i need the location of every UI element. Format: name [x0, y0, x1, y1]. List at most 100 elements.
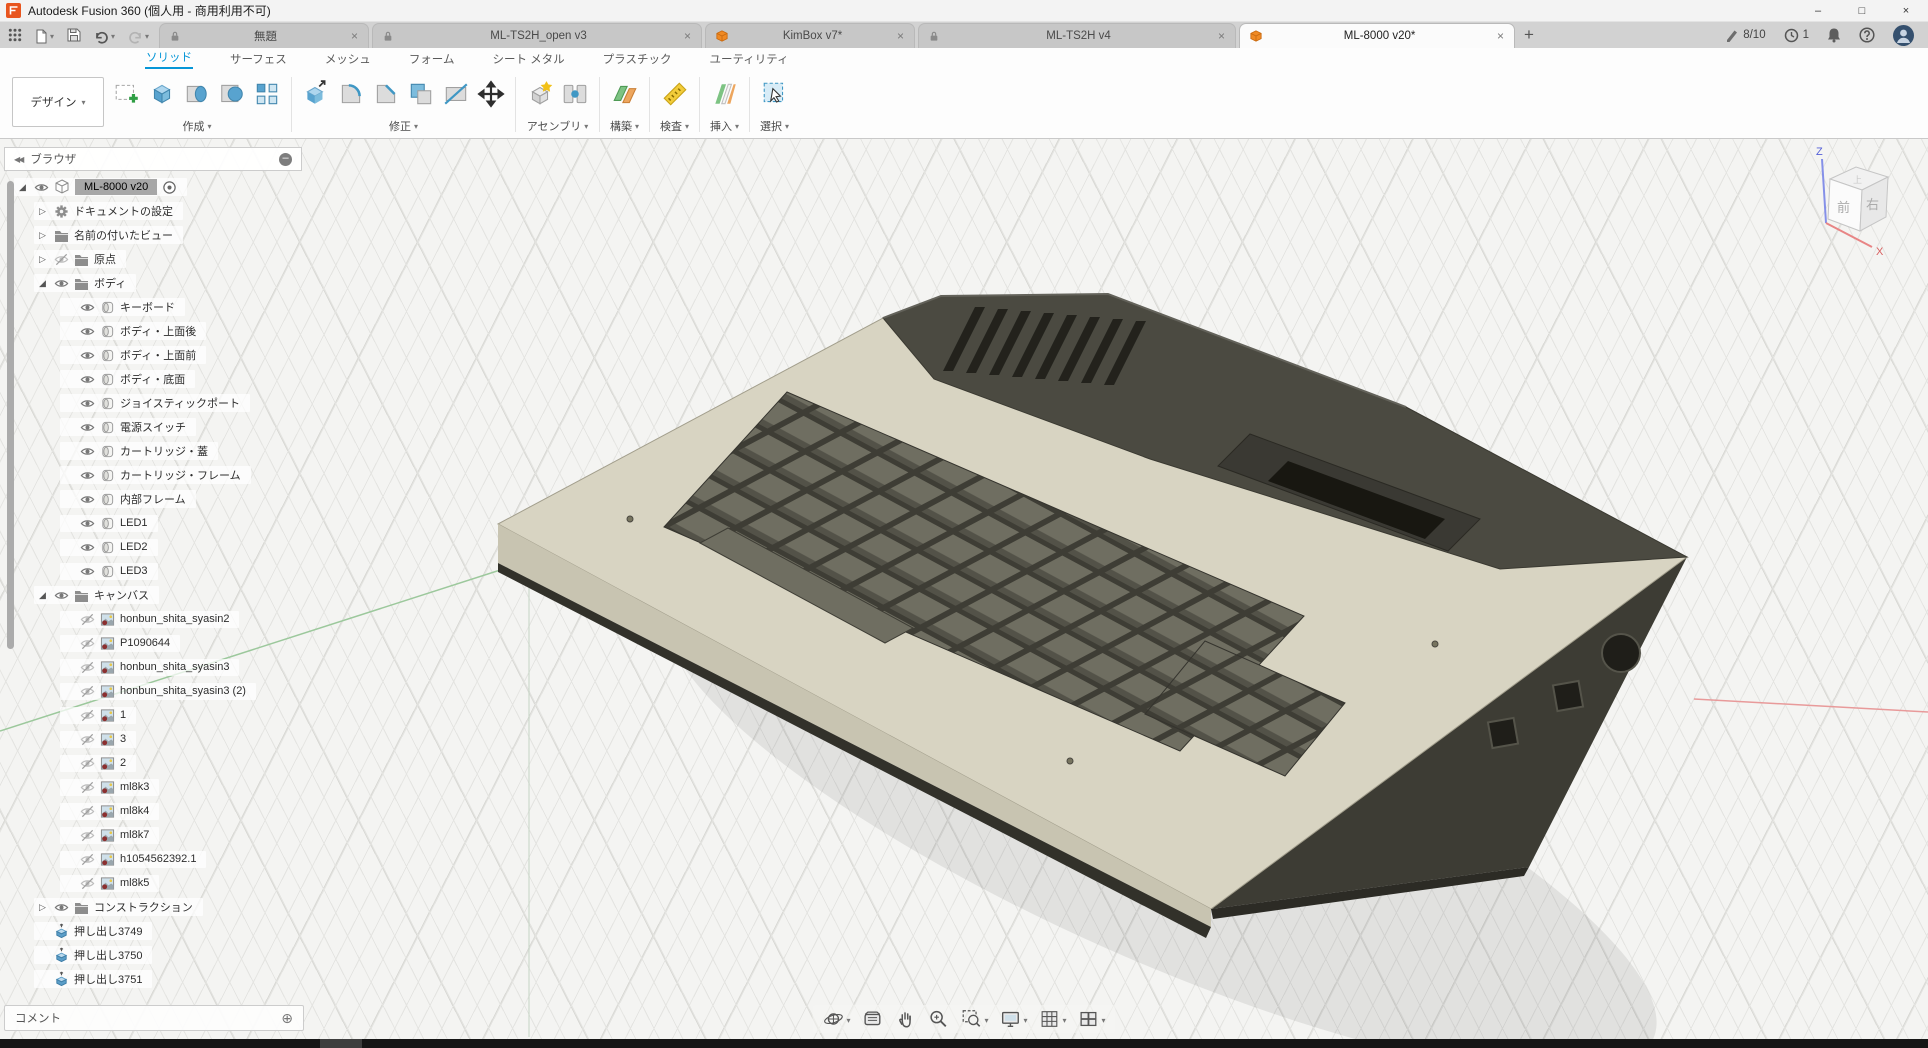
visibility-on-icon[interactable] — [80, 324, 95, 339]
pattern-icon[interactable] — [253, 80, 281, 108]
combine-icon[interactable] — [407, 80, 435, 108]
browser-item-label[interactable]: 押し出し3751 — [74, 971, 142, 987]
browser-item-label[interactable]: 1 — [120, 709, 126, 721]
group-label-assemble[interactable]: アセンブリ — [527, 118, 588, 134]
visibility-off-icon[interactable] — [80, 780, 95, 795]
browser-item-label[interactable]: 内部フレーム — [120, 491, 186, 507]
insert-icon[interactable] — [711, 80, 739, 108]
orbit-icon[interactable] — [822, 1008, 850, 1030]
browser-item-label[interactable]: ボディ — [94, 275, 126, 291]
browser-row[interactable]: LED3 — [4, 559, 309, 583]
browser-row[interactable]: 2 — [4, 751, 309, 775]
group-label-select[interactable]: 選択 — [760, 118, 789, 134]
browser-item-label[interactable]: h1054562392.1 — [120, 853, 196, 865]
browser-item-label[interactable]: LED1 — [120, 517, 148, 529]
visibility-on-icon[interactable] — [80, 300, 95, 315]
browser-row[interactable]: ボディ・上面前 — [4, 343, 309, 367]
visibility-off-icon[interactable] — [80, 732, 95, 747]
sphere-primitive-icon[interactable] — [218, 80, 246, 108]
save-icon[interactable] — [67, 28, 81, 42]
browser-row[interactable]: LED1 — [4, 511, 309, 535]
visibility-on-icon[interactable] — [80, 420, 95, 435]
browser-item-label[interactable]: LED3 — [120, 565, 148, 577]
view-cube[interactable]: Z X 前 右 上 — [1816, 146, 1888, 258]
press-pull-icon[interactable] — [302, 80, 330, 108]
browser-row[interactable]: ▷名前の付いたビュー — [4, 223, 309, 247]
zoom-window-icon[interactable] — [960, 1008, 988, 1030]
construction-plane-icon[interactable] — [611, 80, 639, 108]
visibility-off-icon[interactable] — [80, 828, 95, 843]
browser-row[interactable]: 押し出し3751 — [4, 967, 309, 991]
visibility-on-icon[interactable] — [80, 444, 95, 459]
bell-icon[interactable] — [1827, 27, 1841, 43]
select-icon[interactable] — [761, 80, 789, 108]
browser-item-label[interactable]: ml8k5 — [120, 877, 149, 889]
activate-radio-icon[interactable] — [162, 180, 177, 195]
job-status-button[interactable]: 8/10 — [1724, 28, 1765, 43]
file-menu-icon[interactable] — [35, 26, 54, 44]
maximize-button[interactable]: □ — [1840, 0, 1884, 22]
visibility-on-icon[interactable] — [80, 468, 95, 483]
visibility-on-icon[interactable] — [80, 516, 95, 531]
visibility-on-icon[interactable] — [80, 492, 95, 507]
close-tab-icon[interactable]: × — [351, 29, 358, 43]
visibility-on-icon[interactable] — [54, 276, 69, 291]
visibility-off-icon[interactable] — [80, 756, 95, 771]
visibility-off-icon[interactable] — [80, 660, 95, 675]
browser-row[interactable]: ◢ML-8000 v20 — [4, 175, 309, 199]
visibility-off-icon[interactable] — [80, 636, 95, 651]
browser-item-label[interactable]: ml8k3 — [120, 781, 149, 793]
document-tab[interactable]: ML-8000 v20*× — [1239, 23, 1515, 48]
browser-row[interactable]: ml8k5 — [4, 871, 309, 895]
split-body-icon[interactable] — [442, 80, 470, 108]
browser-item-label[interactable]: 電源スイッチ — [120, 419, 186, 435]
browser-item-label[interactable]: カートリッジ・蓋 — [120, 443, 208, 459]
viewports-icon[interactable] — [1078, 1008, 1106, 1030]
expander-closed-icon[interactable]: ▷ — [36, 902, 49, 913]
browser-item-label[interactable]: キャンバス — [94, 587, 149, 603]
browser-row[interactable]: 1 — [4, 703, 309, 727]
browser-item-label[interactable]: ドキュメントの設定 — [74, 203, 173, 219]
visibility-off-icon[interactable] — [80, 876, 95, 891]
document-tab[interactable]: KimBox v7*× — [705, 23, 915, 48]
visibility-off-icon[interactable] — [54, 252, 69, 267]
browser-item-label[interactable]: ml8k4 — [120, 805, 149, 817]
fillet-icon[interactable] — [337, 80, 365, 108]
move-icon[interactable] — [477, 80, 505, 108]
avatar[interactable] — [1893, 25, 1914, 46]
create-sketch-icon[interactable] — [113, 80, 141, 108]
browser-row[interactable]: ▷原点 — [4, 247, 309, 271]
browser-row[interactable]: 3 — [4, 727, 309, 751]
new-tab-button[interactable]: + — [1518, 25, 1544, 48]
group-label-insert[interactable]: 挿入 — [710, 118, 739, 134]
ml-8000-model[interactable] — [498, 294, 1687, 938]
measure-icon[interactable] — [661, 80, 689, 108]
browser-item-label[interactable]: 2 — [120, 757, 126, 769]
browser-row[interactable]: ◢キャンバス — [4, 583, 309, 607]
expander-closed-icon[interactable]: ▷ — [36, 254, 49, 265]
close-tab-icon[interactable]: × — [897, 29, 904, 43]
browser-item-label[interactable]: ml8k7 — [120, 829, 149, 841]
group-label-construct[interactable]: 構築 — [610, 118, 639, 134]
add-comment-icon[interactable] — [281, 1010, 293, 1027]
close-button[interactable]: × — [1884, 0, 1928, 22]
activity-button[interactable]: 1 — [1784, 28, 1809, 43]
browser-item-label[interactable]: ボディ・底面 — [120, 371, 185, 387]
browser-row[interactable]: LED2 — [4, 535, 309, 559]
browser-item-label[interactable]: コンストラクション — [94, 899, 193, 915]
visibility-on-icon[interactable] — [80, 564, 95, 579]
browser-row[interactable]: ml8k7 — [4, 823, 309, 847]
browser-row[interactable]: ◢ボディ — [4, 271, 309, 295]
visibility-off-icon[interactable] — [80, 804, 95, 819]
ribbon-tab[interactable]: シート メタル — [491, 49, 565, 69]
visibility-off-icon[interactable] — [80, 852, 95, 867]
expander-closed-icon[interactable]: ▷ — [36, 206, 49, 217]
visibility-on-icon[interactable] — [80, 372, 95, 387]
look-at-icon[interactable] — [861, 1008, 883, 1030]
browser-row[interactable]: honbun_shita_syasin2 — [4, 607, 309, 631]
joint-icon[interactable] — [561, 80, 589, 108]
comment-bar[interactable]: コメント — [4, 1005, 304, 1031]
browser-row[interactable]: ボディ・上面後 — [4, 319, 309, 343]
browser-minimize-icon[interactable] — [279, 153, 292, 166]
grid-settings-icon[interactable] — [1039, 1008, 1067, 1030]
